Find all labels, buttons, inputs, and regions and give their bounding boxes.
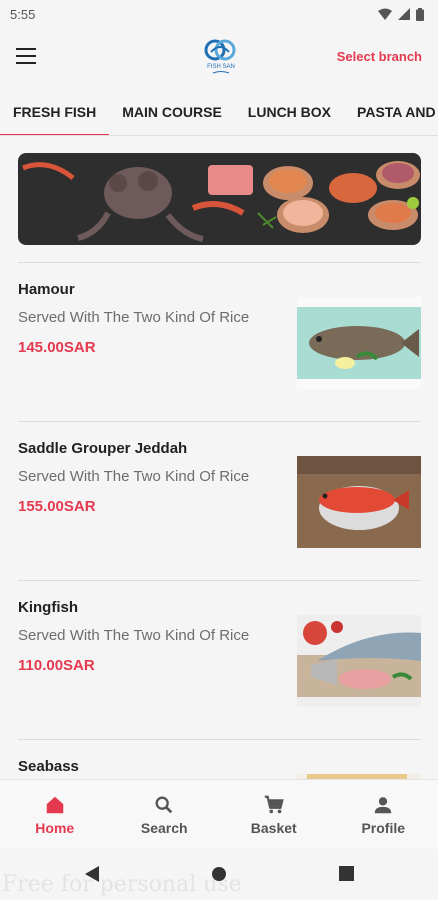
svg-text:FISH SAN: FISH SAN: [207, 64, 235, 70]
hamour-image: [297, 297, 421, 389]
menu-list[interactable]: Hamour Served With The Two Kind Of Rice …: [0, 136, 438, 779]
menu-item[interactable]: Hamour Served With The Two Kind Of Rice …: [18, 262, 421, 421]
menu-item[interactable]: Saddle Grouper Jeddah Served With The Tw…: [18, 421, 421, 580]
tab-lunch-box[interactable]: LUNCH BOX: [235, 88, 344, 136]
tab-pasta[interactable]: PASTA AND R: [344, 88, 438, 136]
fish-san-logo: FISH SAN: [204, 39, 236, 74]
wifi-icon: [378, 8, 392, 20]
tab-fresh-fish[interactable]: FRESH FISH: [0, 88, 110, 136]
signal-icon: [398, 8, 410, 20]
profile-icon: [375, 797, 392, 814]
item-name: Seabass: [18, 758, 79, 775]
nav-home[interactable]: Home: [0, 780, 110, 849]
app-bar: FISH SAN Select branch: [0, 28, 438, 88]
recents-icon[interactable]: [339, 866, 354, 881]
nav-profile[interactable]: Profile: [329, 780, 438, 849]
seafood-banner-image[interactable]: [18, 153, 421, 245]
tab-main-course[interactable]: MAIN COURSE: [109, 88, 235, 136]
nav-search[interactable]: Search: [110, 780, 220, 849]
item-description: Served With The Two Kind Of Rice: [18, 468, 250, 485]
item-description: Served With The Two Kind Of Rice: [18, 627, 250, 644]
status-time: 5:55: [10, 6, 36, 22]
saddle-grouper-image: [297, 456, 421, 548]
nav-basket[interactable]: Basket: [219, 780, 329, 849]
nav-profile-label: Profile: [361, 820, 406, 836]
item-name: Kingfish: [18, 599, 78, 616]
item-price: 110.00SAR: [18, 657, 95, 674]
bottom-navigation: Home Search Basket Profile: [0, 779, 438, 849]
status-icons: [378, 7, 424, 21]
menu-icon[interactable]: [16, 48, 36, 64]
search-icon: [155, 796, 173, 814]
category-tabs: FRESH FISH MAIN COURSE LUNCH BOX PASTA A…: [0, 88, 438, 136]
menu-item[interactable]: Seabass: [18, 739, 421, 779]
item-name: Saddle Grouper Jeddah: [18, 440, 188, 457]
item-description: Served With The Two Kind Of Rice: [18, 309, 250, 326]
item-name: Hamour: [18, 281, 75, 298]
cart-icon: [264, 795, 284, 814]
status-bar: 5:55: [0, 0, 438, 28]
watermark: Free for personal use: [2, 872, 242, 897]
item-price: 145.00SAR: [18, 339, 96, 356]
battery-icon: [416, 7, 424, 21]
menu-item[interactable]: Kingfish Served With The Two Kind Of Ric…: [18, 580, 421, 739]
nav-basket-label: Basket: [250, 820, 297, 836]
nav-home-label: Home: [35, 820, 75, 836]
home-icon: [46, 796, 63, 814]
kingfish-image: [297, 615, 421, 707]
item-price: 155.00SAR: [18, 498, 96, 515]
select-branch-button[interactable]: Select branch: [337, 49, 422, 64]
nav-search-label: Search: [140, 820, 188, 836]
